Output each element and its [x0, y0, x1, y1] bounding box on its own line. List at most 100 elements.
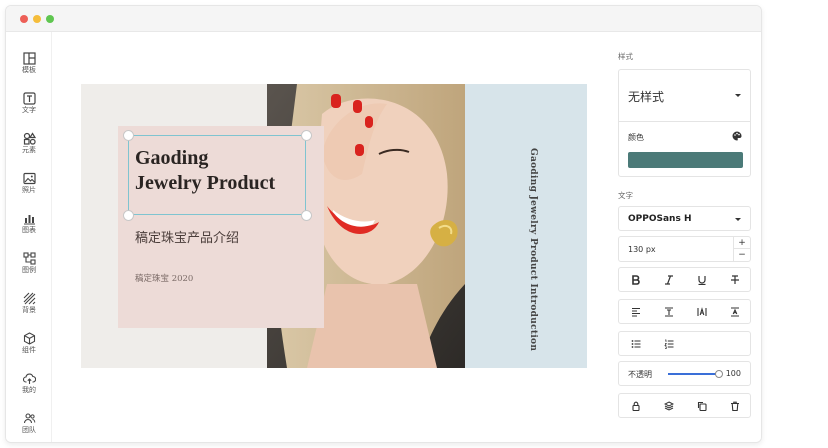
ordered-list-icon — [663, 339, 673, 349]
chevron-down-icon — [735, 218, 741, 221]
photo-icon — [22, 172, 36, 185]
increase-size-button[interactable]: + — [734, 237, 750, 249]
font-family-dropdown[interactable]: OPPOSans H — [618, 206, 751, 231]
sidebar-item-template[interactable]: 模板 — [6, 52, 52, 92]
line-height-icon — [664, 307, 673, 317]
strikethrough-icon — [730, 275, 739, 284]
strikethrough-button[interactable] — [718, 268, 751, 291]
sidebar-item-label: 背景 — [22, 306, 36, 314]
underline-icon — [697, 276, 706, 286]
font-size-field[interactable]: 130 px + − — [618, 236, 751, 262]
sidebar-item-label: 团队 — [22, 426, 36, 434]
left-sidebar: 模板 文字 元素 照片 图表 图例 背景 组件 我的 团队 — [6, 32, 52, 442]
font-size-stepper: + − — [733, 237, 750, 261]
chart-icon — [23, 215, 35, 225]
paragraph-spacing-button[interactable] — [718, 300, 751, 323]
background-icon — [23, 292, 35, 305]
line-height-button[interactable] — [652, 300, 685, 323]
underline-button[interactable] — [685, 268, 718, 291]
close-window-button[interactable] — [20, 15, 28, 23]
align-button[interactable] — [619, 300, 652, 323]
sidebar-item-label: 组件 — [22, 346, 36, 354]
design-canvas[interactable]: Gaoding Jewelry Product Introduction Gao… — [52, 32, 607, 442]
text-spacing-buttons — [618, 299, 751, 324]
layers-icon — [663, 401, 674, 411]
brand-year-text[interactable]: 稿定珠宝 2020 — [135, 272, 193, 284]
sidebar-item-label: 照片 — [22, 186, 36, 194]
style-dropdown[interactable]: 无样式 — [619, 70, 750, 122]
style-section: 无样式 颜色 — [618, 69, 751, 177]
sidebar-item-label: 模板 — [22, 66, 36, 74]
delete-icon — [730, 401, 739, 412]
chevron-down-icon — [735, 94, 741, 97]
sidebar-item-label: 我的 — [22, 386, 36, 394]
maximize-window-button[interactable] — [46, 15, 54, 23]
resize-handle-bottom-left[interactable] — [123, 210, 134, 221]
lock-icon — [631, 401, 640, 412]
sidebar-item-diagram[interactable]: 图例 — [6, 252, 52, 292]
minimize-window-button[interactable] — [33, 15, 41, 23]
sidebar-item-label: 文字 — [22, 106, 36, 114]
color-label: 颜色 — [628, 133, 644, 142]
paragraph-spacing-icon — [730, 307, 739, 317]
unordered-list-button[interactable] — [619, 332, 652, 355]
italic-button[interactable] — [652, 268, 685, 291]
text-section-label: 文字 — [618, 191, 633, 200]
cloud-upload-icon — [22, 373, 36, 384]
delete-button[interactable] — [718, 394, 751, 417]
opacity-slider[interactable] — [668, 370, 723, 378]
text-format-buttons — [618, 267, 751, 292]
app-window: 模板 文字 元素 照片 图表 图例 背景 组件 我的 团队 Gaoding Je… — [5, 5, 762, 443]
palette-icon[interactable] — [732, 131, 742, 141]
vertical-caption[interactable]: Gaoding Jewelry Product Introduction — [528, 148, 538, 351]
font-size-value: 130 px — [628, 245, 656, 254]
slide[interactable]: Gaoding Jewelry Product Introduction Gao… — [81, 84, 587, 368]
align-icon — [631, 307, 640, 317]
selection-box — [128, 135, 306, 215]
opacity-control: 不透明 100 — [618, 361, 751, 386]
copy-icon — [697, 401, 707, 412]
team-icon — [23, 413, 35, 424]
resize-handle-top-right[interactable] — [301, 130, 312, 141]
letter-spacing-button[interactable] — [685, 300, 718, 323]
sidebar-item-text[interactable]: 文字 — [6, 92, 52, 132]
color-swatch[interactable] — [628, 152, 743, 168]
sidebar-item-photo[interactable]: 照片 — [6, 172, 52, 212]
opacity-slider-knob[interactable] — [715, 370, 723, 378]
bold-icon — [631, 275, 640, 285]
letter-spacing-icon — [696, 307, 707, 316]
list-buttons — [618, 331, 751, 356]
properties-panel: 样式 无样式 颜色 文字 OPPOSans H 130 px + − 不透明 1… — [607, 32, 761, 442]
sidebar-item-team[interactable]: 团队 — [6, 412, 52, 442]
resize-handle-bottom-right[interactable] — [301, 210, 312, 221]
copy-button[interactable] — [685, 394, 718, 417]
action-buttons — [618, 393, 751, 418]
template-icon — [22, 52, 36, 65]
sidebar-item-background[interactable]: 背景 — [6, 292, 52, 332]
text-icon — [22, 92, 36, 105]
title-bar — [6, 6, 761, 32]
opacity-slider-fill — [668, 373, 719, 375]
accent-band — [465, 84, 587, 368]
font-family-value: OPPOSans H — [628, 214, 692, 224]
resize-handle-top-left[interactable] — [123, 130, 134, 141]
component-icon — [23, 332, 35, 345]
style-dropdown-value: 无样式 — [628, 90, 665, 104]
sidebar-item-component[interactable]: 组件 — [6, 332, 52, 372]
unordered-list-icon — [631, 340, 640, 348]
slide-subtitle[interactable]: 稿定珠宝产品介绍 — [135, 227, 239, 246]
sidebar-item-label: 元素 — [22, 146, 36, 154]
sidebar-item-elements[interactable]: 元素 — [6, 132, 52, 172]
lock-button[interactable] — [619, 394, 652, 417]
bold-button[interactable] — [619, 268, 652, 291]
opacity-value[interactable]: 100 — [726, 369, 741, 378]
diagram-icon — [22, 252, 36, 265]
opacity-label: 不透明 — [628, 370, 652, 379]
layers-button[interactable] — [652, 394, 685, 417]
sidebar-item-label: 图表 — [22, 226, 36, 234]
italic-icon — [664, 275, 673, 285]
sidebar-item-mine[interactable]: 我的 — [6, 372, 52, 412]
decrease-size-button[interactable]: − — [734, 249, 750, 261]
sidebar-item-chart[interactable]: 图表 — [6, 212, 52, 252]
ordered-list-button[interactable] — [652, 332, 685, 355]
